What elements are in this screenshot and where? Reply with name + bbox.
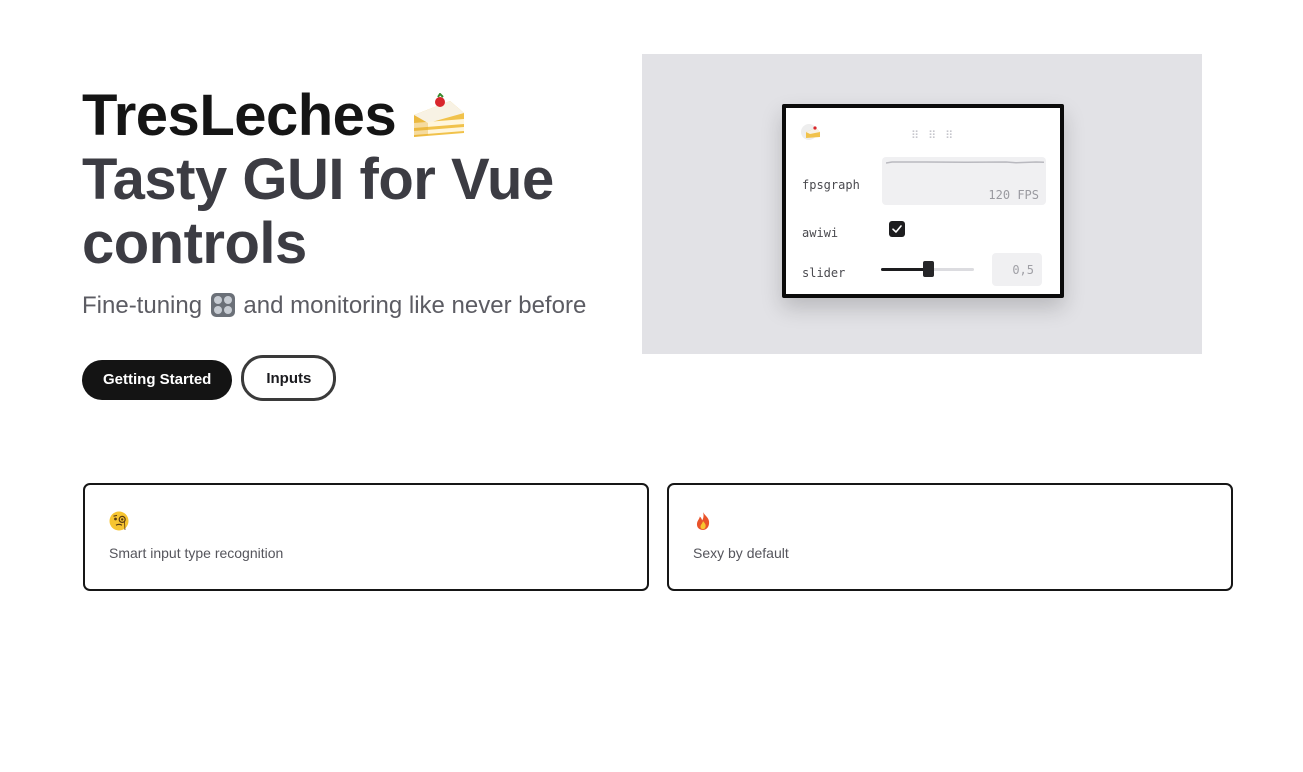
feature-card-sexy-default: Sexy by default — [667, 483, 1233, 591]
pane-cake-icon — [800, 124, 822, 140]
fpsgraph-label: fpsgraph — [802, 178, 860, 192]
brand-name: TresLeches — [82, 83, 397, 148]
hero-actions: Getting Started Inputs — [82, 355, 337, 401]
pane-header: ⠿ ⠿ ⠿ — [786, 108, 1060, 142]
hero-tagline: Tasty GUI for Vue — [82, 147, 554, 212]
demo-preview: ⠿ ⠿ ⠿ fpsgraph 120 FPS awiwi slider 0,5 — [642, 54, 1202, 354]
fps-graph: 120 FPS — [882, 157, 1046, 205]
face-with-monocle-icon — [109, 511, 129, 531]
slider-value-input[interactable]: 0,5 — [992, 253, 1042, 286]
slider-track[interactable] — [881, 261, 974, 277]
cake-slice-icon — [410, 90, 468, 138]
feature-text: Smart input type recognition — [109, 545, 284, 561]
subtitle-start: Fine-tuning — [82, 292, 203, 319]
getting-started-button[interactable]: Getting Started — [82, 359, 233, 400]
inputs-button[interactable]: Inputs — [241, 355, 337, 401]
controls-pane: ⠿ ⠿ ⠿ fpsgraph 120 FPS awiwi slider 0,5 — [782, 104, 1064, 298]
slider-label: slider — [802, 266, 846, 280]
subtitle-end: and monitoring like never before — [243, 292, 587, 319]
feature-text: Sexy by default — [693, 545, 789, 561]
awiwi-checkbox[interactable] — [889, 221, 905, 237]
hero-tagline-continued: controls — [82, 211, 307, 276]
slider-thumb[interactable] — [922, 261, 934, 277]
hero-subtitle: Fine-tuning and monitoring like never be… — [82, 290, 642, 322]
fps-value: 120 FPS — [988, 188, 1039, 202]
drag-handle-icon[interactable]: ⠿ ⠿ ⠿ — [911, 129, 954, 142]
hero: TresLeches Tasty GUI for Vue controls Fi… — [82, 84, 642, 322]
checkmark-icon — [892, 225, 902, 233]
hero-title: TresLeches — [82, 84, 642, 148]
fire-icon — [693, 511, 713, 531]
feature-card-smart-input: Smart input type recognition — [83, 483, 649, 591]
control-knobs-icon — [210, 293, 235, 317]
fps-graph-line — [886, 161, 1044, 164]
awiwi-label: awiwi — [802, 226, 839, 240]
slider-fill — [881, 268, 928, 271]
